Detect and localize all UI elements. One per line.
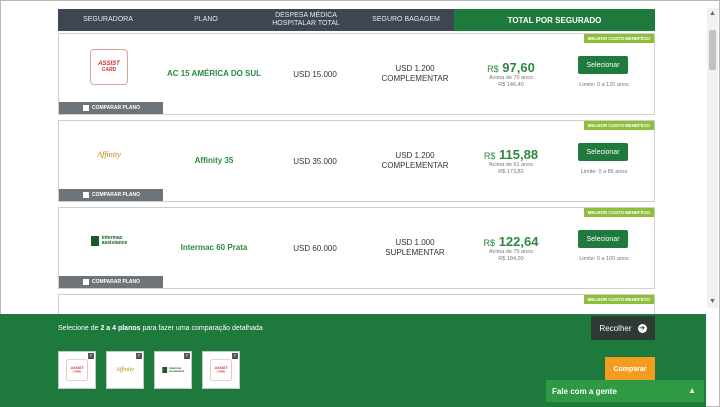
header-seguradora: SEGURADORA: [58, 9, 158, 31]
age-limit: Limite: 0 a 120 anos: [579, 82, 629, 88]
price: R$ 122,64: [483, 233, 539, 249]
checkbox-icon[interactable]: [83, 279, 89, 285]
compare-thumb[interactable]: ASSIST CARD ✓: [58, 351, 96, 389]
plan-card: ASSIST CARD COMPARAR PLANO AC 15 AMÉRICA…: [58, 33, 655, 115]
compare-instructions: Selecione de 2 a 4 planos para fazer uma…: [58, 325, 263, 332]
chat-widget[interactable]: Fale com a gente ▲: [546, 380, 704, 402]
best-value-badge: MELHOR CUSTO-BENEFÍCIO: [583, 208, 654, 217]
plan-card: Affinity COMPARAR PLANO Affinity 35 USD …: [58, 120, 655, 202]
best-value-badge: MELHOR CUSTO-BENEFÍCIO: [583, 121, 654, 130]
compare-thumb[interactable]: ASSIST CARD ✓: [202, 351, 240, 389]
intermac-logo: intermac assistance: [90, 236, 127, 246]
assist-card-logo: ASSIST CARD: [66, 359, 88, 381]
checkbox-icon[interactable]: [83, 105, 89, 111]
compare-plan-toggle[interactable]: COMPARAR PLANO: [59, 102, 163, 114]
price-area: R$ 97,60 Acima de 70 anos R$ 146,40: [465, 34, 557, 114]
compare-plan-toggle[interactable]: COMPARAR PLANO: [59, 189, 163, 201]
compare-plan-toggle[interactable]: COMPARAR PLANO: [59, 276, 163, 288]
baggage-coverage: USD 1.200 COMPLEMENTAR: [381, 64, 449, 83]
best-value-badge: MELHOR CUSTO-BENEFÍCIO: [583, 295, 654, 304]
price: R$ 115,88: [483, 146, 539, 162]
affinity-logo: Affinity: [97, 149, 121, 159]
intermac-logo: intermac assistance: [162, 367, 184, 373]
select-plan-button[interactable]: Selecionar: [578, 143, 628, 161]
header-bagagem: SEGURO BAGAGEM: [358, 9, 454, 31]
price-alt: R$ 146,40: [498, 81, 524, 88]
collapse-button[interactable]: Recolher ➔: [591, 316, 655, 340]
compare-thumb[interactable]: Affinity ✓: [106, 351, 144, 389]
age-limit: Limite: 0 a 100 anos: [579, 256, 629, 262]
check-icon[interactable]: ✓: [88, 353, 94, 359]
select-plan-button[interactable]: Selecionar: [578, 230, 628, 248]
header-plano: PLANO: [158, 9, 254, 31]
insurer-logo-area: intermac assistance COMPARAR PLANO: [59, 208, 163, 288]
compare-button[interactable]: Comparar: [605, 357, 655, 381]
medical-coverage: USD 15.000: [293, 69, 337, 79]
baggage-coverage: USD 1.200 COMPLEMENTAR: [381, 151, 449, 170]
chevron-up-icon[interactable]: ▲: [688, 386, 696, 395]
insurer-logo-area: Affinity COMPARAR PLANO: [59, 121, 163, 201]
checkbox-icon[interactable]: [83, 192, 89, 198]
plan-name: Intermac 60 Prata: [180, 243, 248, 252]
price-area: R$ 115,88 Acima de 61 anos R$ 173,82: [465, 121, 557, 201]
affinity-logo: Affinity: [116, 367, 134, 373]
header-despesa: DESPESA MÉDICA HOSPITALAR TOTAL: [254, 9, 358, 31]
price-note: Acima de 75 anos: [488, 248, 534, 255]
price-note: Acima de 70 anos: [488, 74, 534, 81]
plan-card-partial: MELHOR CUSTO-BENEFÍCIO: [58, 294, 655, 316]
check-icon[interactable]: ✓: [184, 353, 190, 359]
price: R$ 97,60: [487, 59, 535, 75]
plan-card: intermac assistance COMPARAR PLANO Interm…: [58, 207, 655, 289]
price-note: Acima de 61 anos: [488, 161, 534, 168]
arrow-right-circle-icon: ➔: [637, 323, 647, 333]
assist-card-logo: ASSIST CARD: [210, 359, 232, 381]
medical-coverage: USD 35.000: [293, 156, 337, 166]
scroll-up-icon[interactable]: ▲: [707, 8, 718, 20]
price-alt: R$ 184,00: [498, 255, 524, 262]
results-table-header: SEGURADORA PLANO DESPESA MÉDICA HOSPITAL…: [58, 9, 655, 31]
check-icon[interactable]: ✓: [232, 353, 238, 359]
baggage-coverage: USD 1.000 SUPLEMENTAR: [385, 238, 445, 257]
compare-thumb[interactable]: intermac assistance ✓: [154, 351, 192, 389]
medical-coverage: USD 60.000: [293, 243, 337, 253]
plan-name: AC 15 AMÉRICA DO SUL: [166, 69, 262, 78]
select-plan-button[interactable]: Selecionar: [578, 56, 628, 74]
scroll-thumb[interactable]: [709, 30, 716, 70]
assist-card-logo: ASSIST CARD: [90, 49, 128, 85]
scroll-down-icon[interactable]: ▼: [707, 296, 718, 308]
insurer-logo: ASSIST CARD: [89, 48, 129, 86]
price-area: R$ 122,64 Acima de 75 anos R$ 184,00: [465, 208, 557, 288]
vertical-scrollbar[interactable]: ▲ ▼: [707, 8, 718, 308]
price-alt: R$ 173,82: [498, 168, 524, 175]
plan-name: Affinity 35: [194, 156, 234, 165]
header-total: TOTAL POR SEGURADO: [454, 9, 655, 31]
best-value-badge: MELHOR CUSTO-BENEFÍCIO: [583, 34, 654, 43]
check-icon[interactable]: ✓: [136, 353, 142, 359]
insurer-logo: intermac assistance: [89, 222, 129, 260]
age-limit: Limite: 0 a 85 anos: [580, 169, 628, 175]
insurer-logo-area: ASSIST CARD COMPARAR PLANO: [59, 34, 163, 114]
insurer-logo: Affinity: [89, 135, 129, 173]
